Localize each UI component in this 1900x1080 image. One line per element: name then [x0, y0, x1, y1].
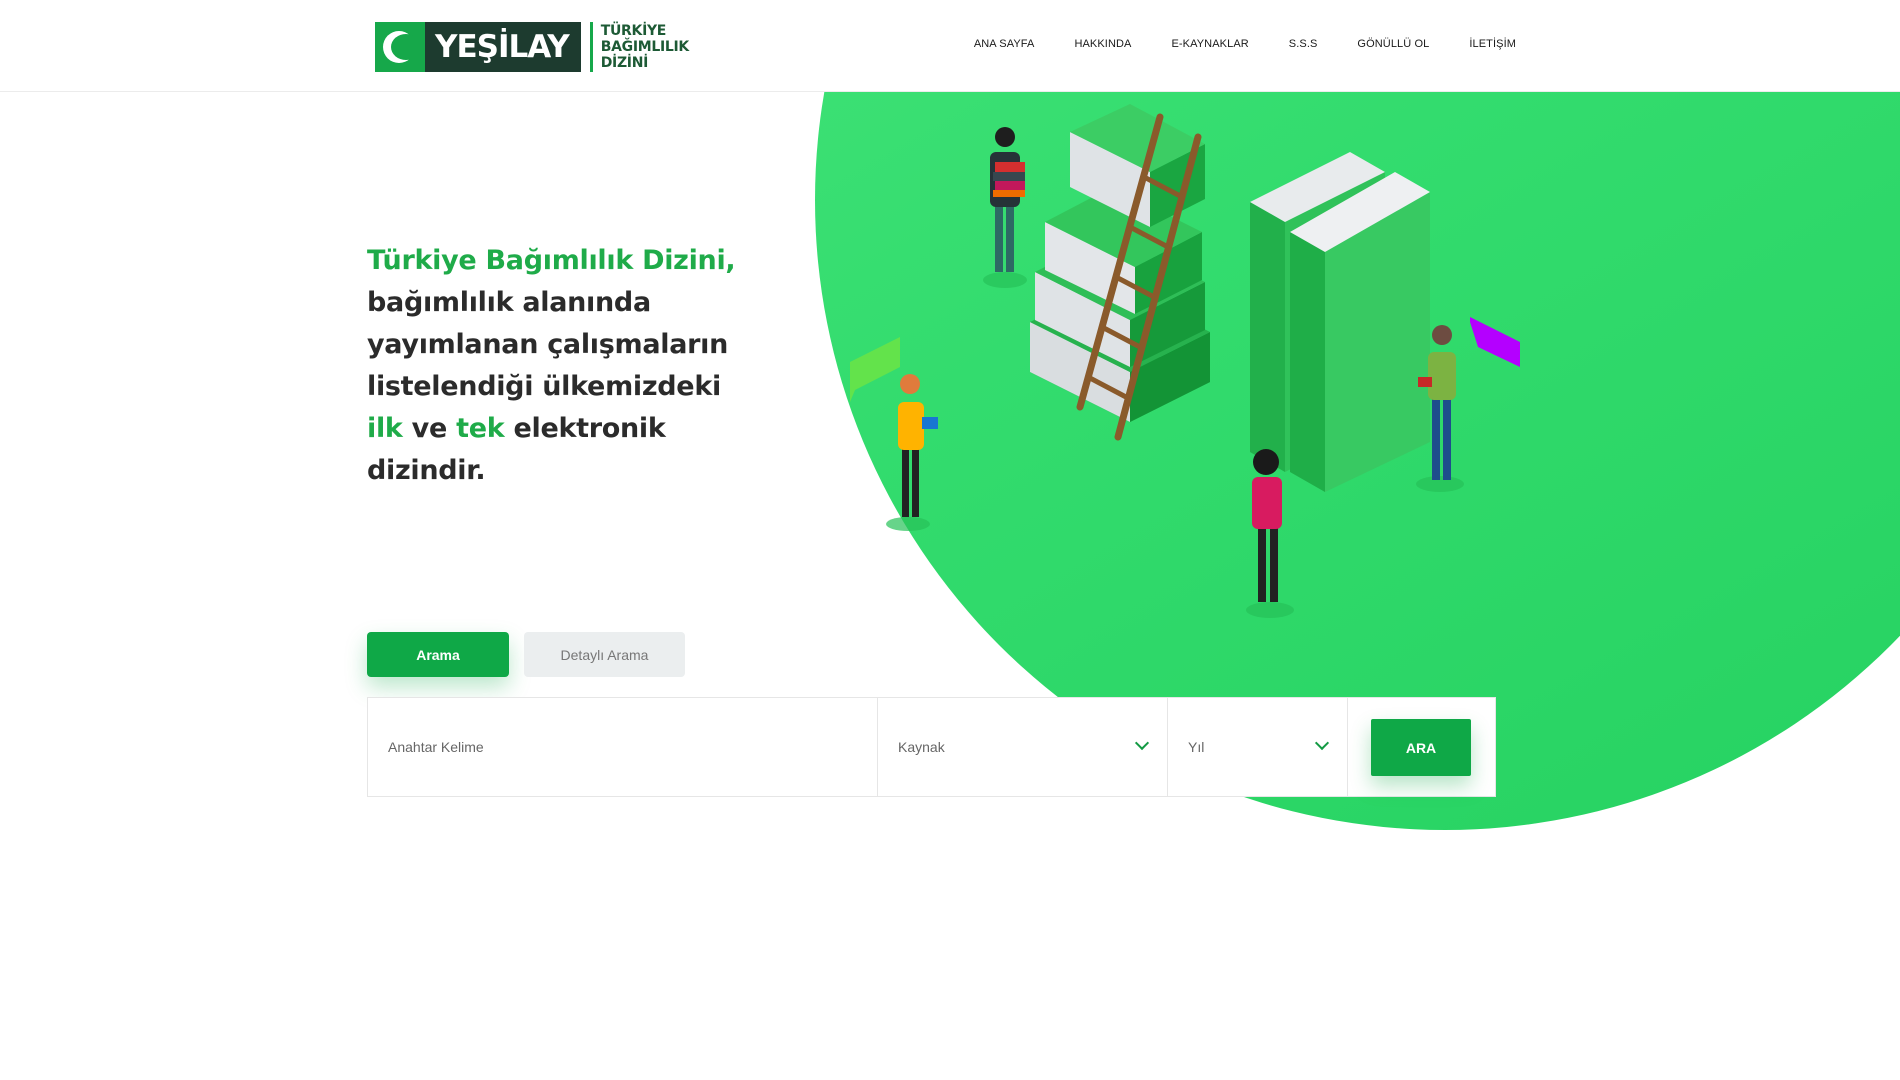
logo-wordmark: YEŞİLAY	[425, 22, 581, 72]
nav-home[interactable]: ANA SAYFA	[974, 38, 1035, 50]
person-walking	[1246, 449, 1294, 618]
speech-bubble-purple-icon	[1470, 317, 1520, 367]
speech-bubble-green-icon	[850, 337, 900, 402]
headline-word-elektronik: elektronik	[504, 413, 666, 444]
logo-subtitle: TÜRKİYE BAĞIMLILIK DİZİNİ	[600, 23, 690, 71]
search-bar: Anahtar Kelime Kaynak Yıl ARA	[367, 697, 1496, 797]
page: YEŞİLAY TÜRKİYE BAĞIMLILIK DİZİNİ ANA SA…	[0, 0, 1900, 1080]
book-stack-illustration	[1030, 104, 1430, 492]
year-select[interactable]: Yıl	[1168, 698, 1348, 796]
source-placeholder: Kaynak	[898, 739, 945, 755]
tab-search[interactable]: Arama	[367, 632, 509, 677]
chevron-down-icon	[1315, 738, 1327, 750]
nav-contact[interactable]: İLETİŞİM	[1469, 38, 1516, 50]
keyword-placeholder: Anahtar Kelime	[388, 739, 484, 755]
tab-advanced-search[interactable]: Detaylı Arama	[524, 632, 685, 677]
hero-illustration	[850, 104, 1520, 618]
logo-sub-line1: TÜRKİYE	[600, 23, 667, 39]
headline-word-ve: ve	[402, 413, 457, 444]
headline-title: Türkiye Bağımlılık Dizini,	[367, 245, 736, 276]
logo-divider	[589, 22, 593, 72]
person-carrying-books	[983, 127, 1027, 288]
yesilay-logo[interactable]: YEŞİLAY TÜRKİYE BAĞIMLILIK DİZİNİ	[375, 21, 689, 73]
search-button[interactable]: ARA	[1371, 719, 1471, 776]
headline-line6: dizindir.	[367, 455, 486, 486]
headline-word-ilk: ilk	[367, 413, 403, 444]
hero-headline: Türkiye Bağımlılık Dizini, bağımlılık al…	[367, 240, 747, 492]
crescent-icon	[375, 22, 425, 72]
nav-volunteer[interactable]: GÖNÜLLÜ OL	[1357, 38, 1429, 50]
logo-sub-line3: DİZİNİ	[600, 55, 649, 71]
headline-word-tek: tek	[456, 413, 505, 444]
main-nav: ANA SAYFA HAKKINDA E-KAYNAKLAR S.S.S GÖN…	[934, 38, 1516, 50]
headline-line2: bağımlılık alanında	[367, 287, 651, 318]
nav-e-resources[interactable]: E-KAYNAKLAR	[1171, 38, 1248, 50]
person-with-tablet	[886, 374, 938, 531]
headline-line3: yayımlanan çalışmaların	[367, 329, 729, 360]
keyword-input[interactable]: Anahtar Kelime	[368, 698, 878, 796]
headline-line5: ilk ve tek elektronik	[367, 408, 747, 450]
year-placeholder: Yıl	[1188, 739, 1205, 755]
headline-line4: listelendiği ülkemizdeki	[367, 371, 721, 402]
nav-about[interactable]: HAKKINDA	[1074, 38, 1131, 50]
source-select[interactable]: Kaynak	[878, 698, 1168, 796]
nav-faq[interactable]: S.S.S	[1289, 38, 1318, 50]
site-header: YEŞİLAY TÜRKİYE BAĞIMLILIK DİZİNİ ANA SA…	[0, 0, 1900, 92]
logo-sub-line2: BAĞIMLILIK	[600, 39, 690, 55]
chevron-down-icon	[1135, 738, 1147, 750]
